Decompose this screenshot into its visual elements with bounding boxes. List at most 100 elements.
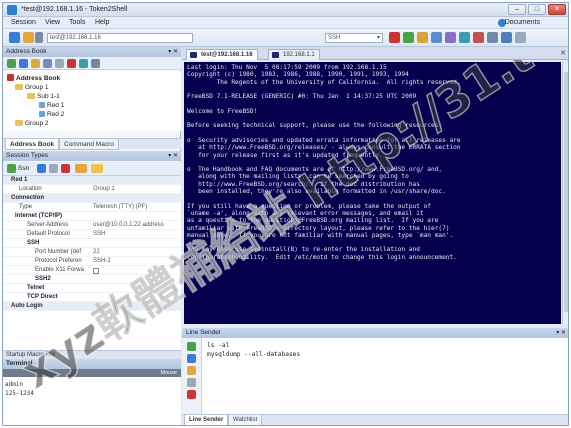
menu-session[interactable]: Session xyxy=(11,19,36,26)
copy-icon[interactable] xyxy=(417,32,428,43)
settings-gear-icon[interactable] xyxy=(487,32,498,43)
session-types-title: Session Types xyxy=(6,152,49,159)
protocol-select[interactable]: SSH xyxy=(325,33,383,43)
font-icon[interactable] xyxy=(445,32,456,43)
line-sender-header: Line Sender ▾ ✕ xyxy=(182,328,568,338)
tab-command-macro[interactable]: Command Macro xyxy=(59,139,119,150)
menu-tools[interactable]: Tools xyxy=(69,19,85,26)
close-tab-icon[interactable]: ✕ xyxy=(560,49,566,57)
prop-protocol-preference[interactable]: Protocol Preferen SSH-2 xyxy=(3,257,181,266)
prop-enable-x11[interactable]: Enable X11 Forwa xyxy=(3,266,181,275)
documents-menu[interactable]: Documents xyxy=(505,19,540,26)
session-save-icon[interactable] xyxy=(91,164,103,173)
pin-icon[interactable]: ▾ ✕ xyxy=(168,151,178,161)
folder-icon xyxy=(27,93,35,99)
properties-icon[interactable] xyxy=(43,59,52,68)
maximize-button[interactable]: □ xyxy=(528,4,546,15)
menu-help[interactable]: Help xyxy=(95,19,109,26)
prop-port-number[interactable]: Port Number (def 22 xyxy=(3,248,181,257)
prop-group-connection[interactable]: Connection xyxy=(3,194,181,203)
address-book-icon xyxy=(7,74,14,81)
main-toolbar: test@192.168.1.16 SSH xyxy=(3,29,568,47)
title-bar[interactable]: *test@192.168.1.16 - Token2Shell – □ ✕ xyxy=(3,3,568,17)
prop-group-auto-login[interactable]: Auto Login xyxy=(3,302,181,311)
record-icon[interactable] xyxy=(473,32,484,43)
line-sender-body[interactable]: ls -al mysqldump --all-databases xyxy=(182,338,568,414)
address-book-title: Address Book xyxy=(6,48,47,55)
edit-entry-icon[interactable] xyxy=(19,59,28,68)
disconnect-icon[interactable] xyxy=(389,32,400,43)
tree-item-red-2[interactable]: Red 2 xyxy=(39,111,64,118)
tab-line-sender[interactable]: Line Sender xyxy=(184,415,229,425)
prop-telnet[interactable]: Telnet xyxy=(3,284,181,293)
copy-entry-icon[interactable] xyxy=(55,59,64,68)
save-list-icon[interactable] xyxy=(187,378,196,387)
prop-ssh[interactable]: SSH xyxy=(3,239,181,248)
tree-root[interactable]: Address Book xyxy=(7,74,60,82)
add-entry-icon[interactable] xyxy=(7,59,16,68)
send-all-icon[interactable] xyxy=(187,354,196,363)
prop-ssh2[interactable]: SSH2 xyxy=(3,275,181,284)
line-sender-line[interactable]: mysqldump --all-databases xyxy=(207,351,300,358)
dropdown-arrow-icon[interactable] xyxy=(35,32,43,43)
session-types-header: Session Types ▾ ✕ xyxy=(3,151,181,161)
prop-internet-tcpip[interactable]: Internet (TCP/IP) xyxy=(3,212,181,221)
open-folder-icon[interactable] xyxy=(23,32,34,43)
session-folder-icon[interactable] xyxy=(75,164,87,173)
session-copy-icon[interactable] xyxy=(49,164,58,173)
tab-session-test[interactable]: test@192.168.1.16 xyxy=(186,49,258,60)
minimize-button[interactable]: – xyxy=(508,4,526,15)
import-icon[interactable] xyxy=(79,59,88,68)
export-icon[interactable] xyxy=(91,59,100,68)
tab-address-book[interactable]: Address Book xyxy=(5,139,60,150)
terminal-panel-line: 125-1234 xyxy=(5,390,34,397)
x11-forwarding-checkbox[interactable] xyxy=(93,268,99,274)
left-pane: Address Book ▾ ✕ Address Book Group 1 Su… xyxy=(3,47,181,425)
scrollbar-thumb[interactable] xyxy=(564,72,568,312)
tree-item-group-2[interactable]: Group 2 xyxy=(15,120,49,127)
prop-type[interactable]: Type Telenesh (TTY) (PF) xyxy=(3,203,181,212)
paste-icon[interactable] xyxy=(431,32,442,43)
session-edit-icon[interactable] xyxy=(37,164,46,173)
menu-bar: Session View Tools Help Documents xyxy=(3,17,568,29)
connect-icon[interactable] xyxy=(403,32,414,43)
tab-session-192[interactable]: 192.168.1.1 xyxy=(268,49,320,60)
menu-view[interactable]: View xyxy=(45,19,60,26)
fullscreen-icon[interactable] xyxy=(515,32,526,43)
open-list-icon[interactable] xyxy=(187,366,196,375)
mouse-label[interactable]: Mouse xyxy=(160,369,177,377)
tab-watchlist[interactable]: Watchlist xyxy=(228,415,263,425)
new-folder-icon[interactable] xyxy=(31,59,40,68)
add-session-label[interactable]: Ssn xyxy=(18,165,29,172)
keyboard-icon[interactable] xyxy=(459,32,470,43)
terminal-panel-subheader: Mouse xyxy=(3,369,181,377)
address-input[interactable]: test@192.168.1.16 xyxy=(47,33,193,43)
address-book-header: Address Book ▾ ✕ xyxy=(3,47,181,57)
tree-item-group-1[interactable]: Group 1 xyxy=(15,84,49,91)
session-properties: Red 1 Location Group 1 Connection Type Tel… xyxy=(3,176,181,350)
tree-item-sub-1-1[interactable]: Sub 1-1 xyxy=(27,93,60,100)
prop-group-red-1[interactable]: Red 1 xyxy=(3,176,181,185)
pin-icon[interactable]: ▾ ✕ xyxy=(168,47,178,57)
terminal-output: Last login: Thu Nov 5 08:17:59 2009 from… xyxy=(187,64,461,261)
delete-icon[interactable] xyxy=(67,59,76,68)
line-sender-line[interactable]: ls -al xyxy=(207,342,229,349)
clear-list-icon[interactable] xyxy=(187,390,196,399)
line-sender-title: Line Sender xyxy=(186,329,222,336)
layout-icon[interactable] xyxy=(501,32,512,43)
terminal-scrollbar[interactable] xyxy=(562,62,568,324)
address-book-toolbar xyxy=(3,57,181,70)
prop-server-address[interactable]: Server Address user@10.0.0.1:22 address xyxy=(3,221,181,230)
close-button[interactable]: ✕ xyxy=(548,4,566,15)
terminal-screen[interactable]: Last login: Thu Nov 5 08:17:59 2009 from… xyxy=(184,62,561,324)
add-session-icon[interactable] xyxy=(7,164,16,173)
app-window: *test@192.168.1.16 - Token2Shell – □ ✕ S… xyxy=(2,2,569,426)
tree-item-red-1[interactable]: Red 1 xyxy=(39,102,64,109)
prop-location[interactable]: Location Group 1 xyxy=(3,185,181,194)
pin-icon[interactable]: ▾ ✕ xyxy=(556,328,566,338)
session-delete-icon[interactable] xyxy=(61,164,70,173)
prop-default-protocol[interactable]: Default Protocol SSH xyxy=(3,230,181,239)
send-line-icon[interactable] xyxy=(187,342,196,351)
new-session-icon[interactable] xyxy=(9,32,20,43)
prop-tcp-direct[interactable]: TCP Direct xyxy=(3,293,181,302)
